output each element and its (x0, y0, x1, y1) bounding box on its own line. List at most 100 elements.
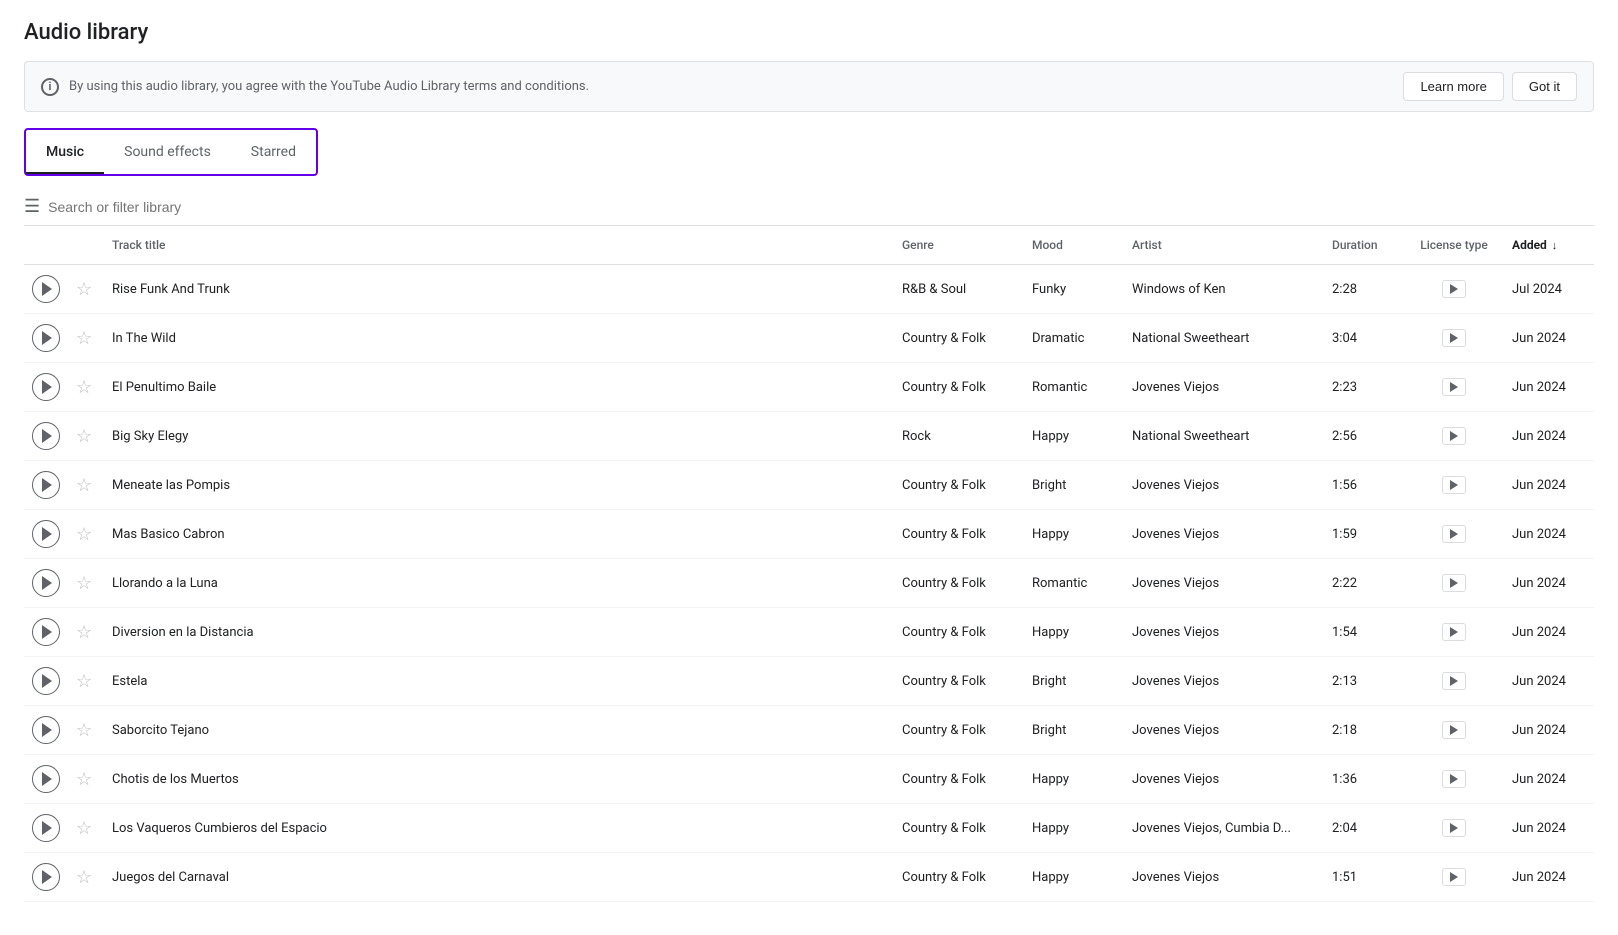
play-button[interactable] (32, 422, 60, 450)
track-added: Jun 2024 (1504, 804, 1594, 853)
track-license (1404, 853, 1504, 902)
col-header-genre: Genre (894, 226, 1024, 265)
track-genre: Country & Folk (894, 657, 1024, 706)
track-genre: Country & Folk (894, 314, 1024, 363)
track-added: Jun 2024 (1504, 755, 1594, 804)
notice-left: i By using this audio library, you agree… (41, 78, 589, 96)
track-genre: Country & Folk (894, 804, 1024, 853)
notice-text: By using this audio library, you agree w… (69, 79, 589, 94)
tab-music[interactable]: Music (26, 130, 104, 174)
star-button[interactable]: ☆ (76, 524, 92, 545)
search-input[interactable] (48, 199, 1594, 215)
track-genre: Country & Folk (894, 853, 1024, 902)
star-cell: ☆ (68, 804, 104, 853)
play-button[interactable] (32, 667, 60, 695)
track-duration: 1:56 (1324, 461, 1404, 510)
play-button[interactable] (32, 814, 60, 842)
track-duration: 2:22 (1324, 559, 1404, 608)
play-cell (24, 461, 68, 510)
play-button[interactable] (32, 618, 60, 646)
youtube-icon[interactable] (1442, 427, 1466, 445)
tab-bar: Music Sound effects Starred (26, 130, 316, 174)
play-cell (24, 314, 68, 363)
track-license (1404, 559, 1504, 608)
track-added: Jun 2024 (1504, 657, 1594, 706)
track-duration: 2:13 (1324, 657, 1404, 706)
play-button[interactable] (32, 373, 60, 401)
yt-play-icon (1450, 333, 1458, 343)
track-added: Jun 2024 (1504, 559, 1594, 608)
youtube-icon[interactable] (1442, 770, 1466, 788)
track-added: Jun 2024 (1504, 314, 1594, 363)
star-button[interactable]: ☆ (76, 573, 92, 594)
play-button[interactable] (32, 324, 60, 352)
table-header-row: Track title Genre Mood Artist Duration L… (24, 226, 1594, 265)
play-cell (24, 510, 68, 559)
tab-starred[interactable]: Starred (231, 130, 316, 174)
star-cell: ☆ (68, 657, 104, 706)
track-genre: Country & Folk (894, 559, 1024, 608)
star-button[interactable]: ☆ (76, 328, 92, 349)
yt-play-icon (1450, 382, 1458, 392)
track-artist: Jovenes Viejos (1124, 608, 1324, 657)
track-title: Rise Funk And Trunk (104, 265, 894, 314)
star-button[interactable]: ☆ (76, 818, 92, 839)
track-license (1404, 755, 1504, 804)
youtube-icon[interactable] (1442, 329, 1466, 347)
track-mood: Happy (1024, 853, 1124, 902)
play-button[interactable] (32, 569, 60, 597)
track-mood: Happy (1024, 510, 1124, 559)
table-row: ☆ In The Wild Country & Folk Dramatic Na… (24, 314, 1594, 363)
star-button[interactable]: ☆ (76, 769, 92, 790)
play-icon (42, 282, 52, 296)
star-button[interactable]: ☆ (76, 720, 92, 741)
star-button[interactable]: ☆ (76, 475, 92, 496)
star-button[interactable]: ☆ (76, 279, 92, 300)
filter-icon[interactable]: ☰ (24, 196, 40, 217)
track-genre: Country & Folk (894, 608, 1024, 657)
star-button[interactable]: ☆ (76, 867, 92, 888)
track-artist: National Sweetheart (1124, 314, 1324, 363)
play-cell (24, 657, 68, 706)
play-button[interactable] (32, 716, 60, 744)
track-title: Chotis de los Muertos (104, 755, 894, 804)
youtube-icon[interactable] (1442, 280, 1466, 298)
play-button[interactable] (32, 520, 60, 548)
star-button[interactable]: ☆ (76, 426, 92, 447)
play-cell (24, 755, 68, 804)
notice-bar: i By using this audio library, you agree… (24, 61, 1594, 112)
youtube-icon[interactable] (1442, 819, 1466, 837)
star-button[interactable]: ☆ (76, 622, 92, 643)
play-button[interactable] (32, 275, 60, 303)
play-button[interactable] (32, 863, 60, 891)
track-artist: Jovenes Viejos (1124, 853, 1324, 902)
youtube-icon[interactable] (1442, 476, 1466, 494)
play-cell (24, 853, 68, 902)
track-title: El Penultimo Baile (104, 363, 894, 412)
play-icon (42, 772, 52, 786)
play-button[interactable] (32, 765, 60, 793)
youtube-icon[interactable] (1442, 623, 1466, 641)
play-button[interactable] (32, 471, 60, 499)
yt-play-icon (1450, 480, 1458, 490)
youtube-icon[interactable] (1442, 721, 1466, 739)
youtube-icon[interactable] (1442, 672, 1466, 690)
col-header-added[interactable]: Added ↓ (1504, 226, 1594, 265)
got-it-button[interactable]: Got it (1512, 72, 1577, 101)
tab-sound-effects[interactable]: Sound effects (104, 130, 231, 174)
youtube-icon[interactable] (1442, 574, 1466, 592)
play-icon (42, 331, 52, 345)
star-button[interactable]: ☆ (76, 671, 92, 692)
track-artist: Windows of Ken (1124, 265, 1324, 314)
learn-more-button[interactable]: Learn more (1403, 72, 1503, 101)
track-artist: Jovenes Viejos (1124, 461, 1324, 510)
youtube-icon[interactable] (1442, 868, 1466, 886)
table-row: ☆ Mas Basico Cabron Country & Folk Happy… (24, 510, 1594, 559)
youtube-icon[interactable] (1442, 378, 1466, 396)
play-icon (42, 723, 52, 737)
table-row: ☆ El Penultimo Baile Country & Folk Roma… (24, 363, 1594, 412)
star-button[interactable]: ☆ (76, 377, 92, 398)
track-added: Jun 2024 (1504, 510, 1594, 559)
youtube-icon[interactable] (1442, 525, 1466, 543)
tabs-container: Music Sound effects Starred (24, 128, 318, 176)
